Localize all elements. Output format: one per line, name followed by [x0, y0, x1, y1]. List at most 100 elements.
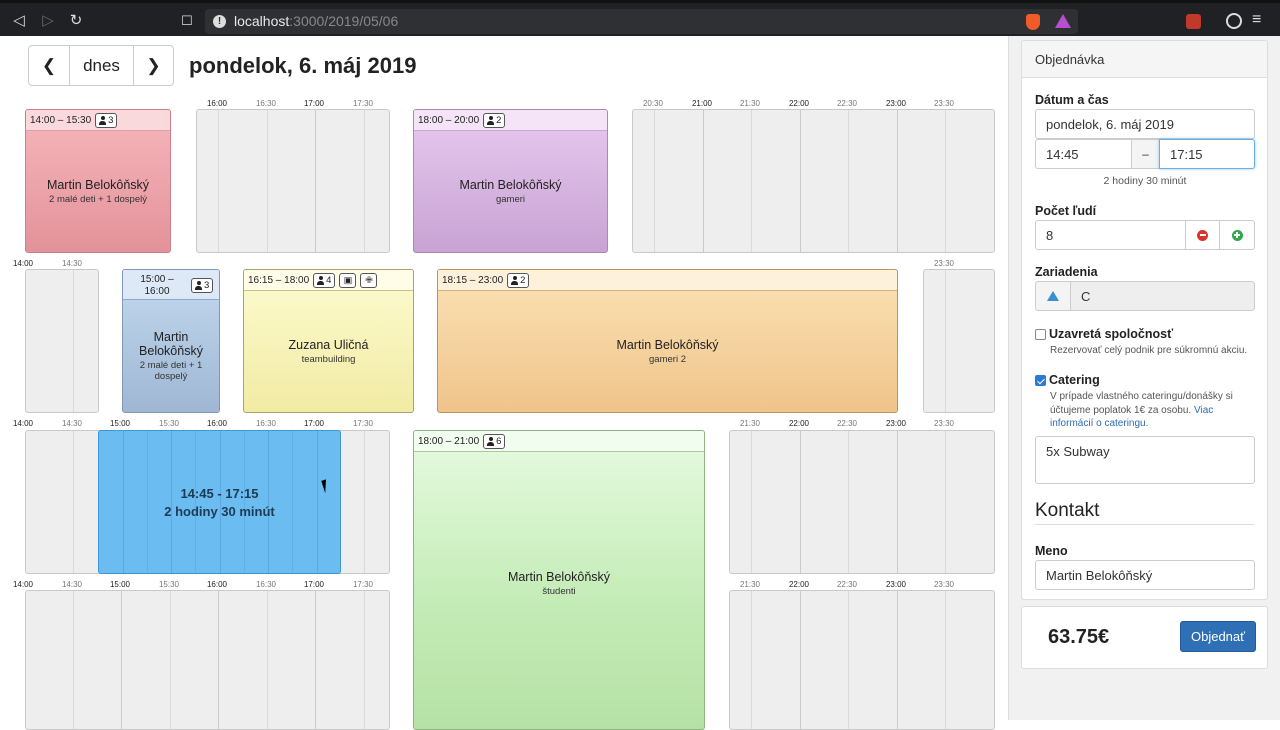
time-tick: 23:30 — [933, 419, 955, 428]
decrease-people-button[interactable] — [1185, 220, 1220, 250]
order-heading: Objednávka — [1022, 41, 1267, 78]
people-badge: 4 — [313, 272, 336, 288]
info-icon[interactable]: ! — [213, 15, 226, 28]
order-button[interactable]: Objednať — [1180, 621, 1256, 652]
person-icon — [99, 115, 107, 125]
date-input[interactable]: pondelok, 6. máj 2019 — [1035, 109, 1255, 139]
reservation-card[interactable]: 18:00 – 20:00 2 Martin Belokôňský gameri — [413, 109, 608, 253]
url-path: :3000/2019/05/06 — [289, 13, 399, 29]
bookmark-icon[interactable]: ☐ — [176, 10, 198, 32]
reservation-name: Martin Belokôňský — [46, 178, 150, 192]
reservation-note: gameri — [495, 194, 526, 205]
time-tick: 16:30 — [255, 580, 277, 589]
reservation-card[interactable]: 15:00 – 16:00 3 Martin Belokôňský 2 malé d… — [122, 269, 220, 413]
free-slot[interactable] — [196, 109, 390, 253]
people-badge: 6 — [483, 433, 506, 449]
time-tick: 16:30 — [255, 99, 277, 108]
time-tick: 23:00 — [885, 580, 907, 589]
time-tick: 23:00 — [885, 99, 907, 108]
time-tick: 15:30 — [158, 419, 180, 428]
time-tick: 16:30 — [255, 419, 277, 428]
increase-people-button[interactable] — [1219, 220, 1255, 250]
order-footer: 63.75€ Objednať — [1021, 606, 1268, 669]
reservation-note: teambuilding — [301, 354, 356, 365]
time-tick: 14:00 — [12, 419, 34, 428]
time-tick: 14:30 — [61, 580, 83, 589]
reservation-name: Zuzana Uličná — [288, 338, 369, 352]
chevron-left-icon: ❮ — [41, 55, 57, 75]
extension-icon[interactable] — [1186, 14, 1201, 29]
person-icon — [487, 115, 495, 125]
contact-divider — [1035, 524, 1254, 525]
time-tick: 15:00 — [109, 580, 131, 589]
address-bar[interactable]: ! localhost:3000/2019/05/06 — [205, 9, 1078, 34]
reload-icon[interactable]: ↻ — [65, 10, 87, 32]
time-from-input[interactable]: 14:45 — [1035, 139, 1132, 169]
time-tick: 22:00 — [788, 580, 810, 589]
datetime-label: Dátum a čas — [1035, 93, 1109, 107]
time-tick: 23:30 — [933, 259, 955, 268]
time-tick: 22:00 — [788, 99, 810, 108]
browser-toolbar: ◁ ▷ ↻ ☐ ! localhost:3000/2019/05/06 ≡ — [0, 0, 1280, 36]
time-tick: 17:30 — [352, 580, 374, 589]
free-slot[interactable] — [729, 430, 995, 574]
brave-shield-icon[interactable] — [1026, 14, 1040, 30]
back-icon[interactable]: ◁ — [8, 10, 30, 32]
time-tick: 21:30 — [739, 99, 761, 108]
time-selection[interactable]: 14:45 - 17:15 2 hodiny 30 minút — [98, 430, 341, 574]
menu-icon[interactable]: ≡ — [1252, 11, 1261, 29]
time-tick: 20:30 — [642, 99, 664, 108]
day-navigation: ❮ dnes ❯ — [28, 45, 174, 86]
free-slot[interactable] — [923, 269, 995, 413]
private-event-checkbox[interactable] — [1035, 329, 1046, 340]
chevron-right-icon: ❯ — [146, 55, 161, 75]
reservation-card[interactable]: 16:15 – 18:00 4 ▣ ✙ Zuzana Uličná teambuildi… — [243, 269, 414, 413]
today-button[interactable]: dnes — [70, 46, 134, 85]
reservation-note: gameri 2 — [649, 354, 686, 365]
plus-icon — [1231, 229, 1243, 241]
catering-help: V prípade vlastného cateringu/donášky si… — [1050, 390, 1240, 431]
order-panel: Objednávka Dátum a čas pondelok, 6. máj … — [1021, 40, 1268, 600]
selection-duration: 2 hodiny 30 minút — [164, 504, 275, 519]
time-tick: 17:00 — [303, 580, 325, 589]
free-slot[interactable] — [25, 590, 390, 730]
name-input[interactable]: Martin Belokôňský — [1035, 560, 1255, 590]
reservation-time: 15:00 – 16:00 — [140, 273, 174, 297]
free-slot[interactable] — [632, 109, 995, 253]
people-count: 6 — [496, 435, 502, 447]
time-tick: 15:30 — [158, 580, 180, 589]
people-badge: 2 — [483, 112, 506, 128]
previous-day-button[interactable]: ❮ — [29, 46, 70, 85]
free-slot[interactable] — [729, 590, 995, 730]
reservation-name: Martin Belokôňský — [459, 178, 562, 192]
people-badge: 3 — [95, 112, 118, 128]
free-slot[interactable] — [25, 269, 99, 413]
facilities-input[interactable]: C — [1070, 281, 1255, 311]
rewards-icon[interactable] — [1055, 14, 1071, 28]
people-count: 2 — [496, 114, 502, 126]
forward-icon[interactable]: ▷ — [37, 10, 59, 32]
contact-heading: Kontakt — [1035, 500, 1100, 521]
facilities-label: Zariadenia — [1035, 265, 1098, 279]
next-day-button[interactable]: ❯ — [134, 46, 173, 85]
minus-icon — [1197, 229, 1208, 241]
reservation-note: 2 malé deti + 1 dospelý — [49, 194, 147, 205]
reservation-name: Martin Belokôňský — [616, 338, 719, 352]
profile-icon[interactable] — [1226, 13, 1242, 29]
reservation-card[interactable]: 18:00 – 21:00 6 Martin Belokôňský študenti — [413, 430, 705, 730]
private-event-help: Rezervovať celý podnik pre súkromnú akci… — [1050, 345, 1248, 356]
catering-label[interactable]: Catering — [1049, 373, 1100, 387]
people-count: 4 — [326, 274, 332, 286]
people-input[interactable]: 8 — [1035, 220, 1186, 250]
reservation-card[interactable]: 14:00 – 15:30 3 Martin Belokôňský 2 malé d… — [25, 109, 171, 253]
time-tick: 17:30 — [352, 99, 374, 108]
catering-note-textarea[interactable]: 5x Subway — [1035, 436, 1255, 484]
catering-checkbox[interactable] — [1035, 375, 1046, 386]
reservation-time: 18:15 – 23:00 — [442, 274, 504, 286]
reservation-card[interactable]: 18:15 – 23:00 2 Martin Belokôňský gameri 2 — [437, 269, 898, 413]
time-tick: 14:30 — [61, 259, 83, 268]
time-to-input[interactable]: 17:15 — [1159, 139, 1255, 169]
private-event-label[interactable]: Uzavretá spoločnosť — [1049, 327, 1173, 341]
time-tick: 22:30 — [836, 99, 858, 108]
time-tick: 23:30 — [933, 99, 955, 108]
